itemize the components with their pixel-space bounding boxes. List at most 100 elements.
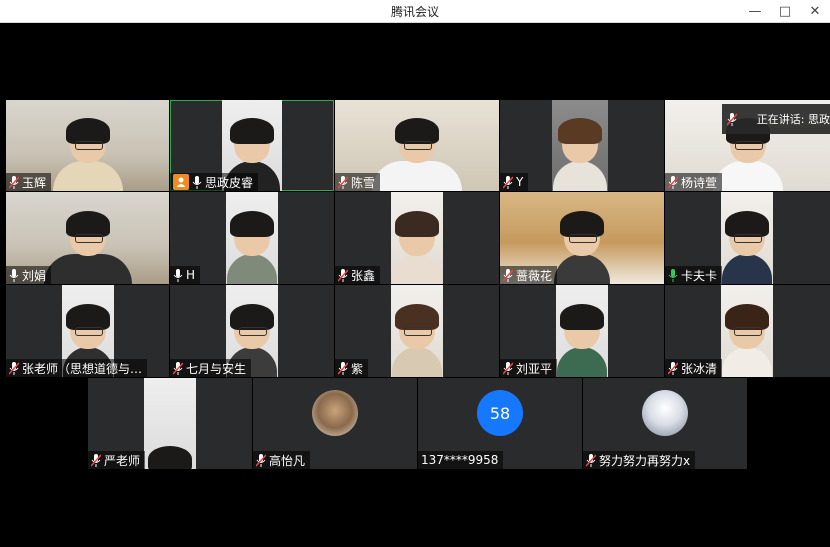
video-tile[interactable]: H (170, 192, 334, 284)
video-tile[interactable]: 刘亚平 (500, 285, 664, 377)
participant-video (556, 285, 608, 377)
participant-video (721, 192, 773, 284)
mic-icon (9, 268, 19, 282)
participant-name-label: 137****9958 (418, 451, 504, 469)
video-tile[interactable]: 张老师（思想道德与… (6, 285, 169, 377)
mic-speaking-icon (668, 268, 678, 282)
person-figure (52, 118, 123, 191)
video-tile[interactable]: 紫 (335, 285, 499, 377)
participant-name-label: 高怡凡 (253, 451, 311, 469)
participant-name-label: Y (500, 173, 529, 191)
video-tile[interactable]: Y (500, 100, 664, 191)
participant-name: 张老师（思想道德与… (22, 361, 143, 376)
participant-name-label: 张冰清 (665, 359, 723, 377)
participant-name: 张冰清 (681, 361, 718, 376)
speaking-text: 正在讲话: 思政 (756, 113, 830, 126)
participant-name-label: 刘亚平 (500, 359, 558, 377)
participant-name: 七月与安生 (186, 361, 247, 376)
mic-muted-icon (503, 361, 513, 375)
speaking-indicator: 正在讲话: 思政 (722, 104, 830, 134)
video-tile[interactable]: 七月与安生 (170, 285, 334, 377)
participant-name: 紫 (351, 361, 364, 376)
video-tile[interactable]: 严老师 (88, 378, 252, 469)
video-tile[interactable]: 高怡凡 (253, 378, 417, 469)
video-tile[interactable]: 卡夫卡 (665, 192, 830, 284)
participant-avatar: 58 (477, 390, 523, 436)
video-tile[interactable]: 刘娟 (6, 192, 169, 284)
person-figure (722, 211, 772, 284)
participant-name-label: 卡夫卡 (665, 266, 723, 284)
mic-muted-icon (338, 361, 348, 375)
video-tile[interactable]: 张鑫 (335, 192, 499, 284)
mic-icon (192, 175, 202, 189)
video-tile-active[interactable]: 思政皮睿 (170, 100, 334, 191)
participant-name: 高怡凡 (269, 453, 306, 468)
participant-name-label: 张鑫 (335, 266, 381, 284)
participant-video (226, 192, 278, 284)
mic-icon (173, 268, 183, 282)
participant-name-label: 玉辉 (6, 173, 52, 191)
mic-muted-icon (91, 453, 101, 467)
participant-name: 张鑫 (351, 268, 376, 283)
participant-name: 刘娟 (22, 268, 47, 283)
participant-name: 蔷薇花 (516, 268, 553, 283)
mic-muted-icon (338, 175, 348, 189)
participant-name: 卡夫卡 (681, 268, 718, 283)
participant-avatar (312, 390, 358, 436)
participant-name-label: 陈雪 (335, 173, 381, 191)
participant-name: 刘亚平 (516, 361, 553, 376)
participant-name-label: 刘娟 (6, 266, 52, 284)
video-tile[interactable]: 张冰清 (665, 285, 830, 377)
video-tile[interactable]: 陈雪 (335, 100, 499, 191)
person-figure (43, 211, 132, 284)
person-figure (227, 211, 277, 284)
mic-muted-icon (668, 361, 678, 375)
mic-muted-icon (173, 361, 183, 375)
close-icon[interactable]: ✕ (800, 0, 830, 22)
participant-name: 玉辉 (22, 175, 47, 190)
participant-name-label: 张老师（思想道德与… (6, 359, 148, 377)
participant-name-label: 努力努力再努力x (583, 451, 696, 469)
participant-name-label: 紫 (335, 359, 369, 377)
video-tile[interactable]: 努力努力再努力x (583, 378, 747, 469)
person-figure (554, 211, 610, 284)
participant-name-label: H (170, 266, 201, 284)
video-tile[interactable]: 蔷薇花 (500, 192, 664, 284)
mic-muted-icon (586, 453, 596, 467)
title-bar: 腾讯会议 — □ ✕ (0, 0, 830, 23)
participant-name-label: 杨诗萱 (665, 173, 723, 191)
mic-muted-icon (668, 175, 678, 189)
mic-muted-icon (503, 175, 513, 189)
person-figure (392, 304, 442, 377)
participant-name-label: 蔷薇花 (500, 266, 558, 284)
participant-name: 严老师 (104, 453, 141, 468)
participant-name: 努力努力再努力x (599, 453, 691, 468)
person-figure (372, 118, 462, 191)
video-tile[interactable]: 58 137****9958 (418, 378, 582, 469)
minimize-icon[interactable]: — (740, 0, 770, 22)
participant-name-label: 思政皮睿 (170, 173, 259, 191)
person-figure (553, 118, 607, 191)
participant-video (391, 285, 443, 377)
participant-name-label: 七月与安生 (170, 359, 252, 377)
participant-video (144, 378, 196, 469)
participant-name: H (186, 268, 196, 282)
participant-name: 137****9958 (421, 453, 499, 467)
mic-muted-icon (9, 361, 19, 375)
participant-name: Y (516, 175, 524, 189)
participant-name: 陈雪 (351, 175, 376, 190)
video-tile[interactable]: 玉辉 (6, 100, 169, 191)
mic-muted-icon (338, 268, 348, 282)
person-figure (557, 304, 607, 377)
participant-name-label: 严老师 (88, 451, 146, 469)
participant-name: 杨诗萱 (681, 175, 718, 190)
maximize-icon[interactable]: □ (770, 0, 800, 22)
participant-name: 思政皮睿 (205, 175, 254, 190)
mic-muted-icon (503, 268, 513, 282)
participant-avatar (642, 390, 688, 436)
person-figure (722, 304, 772, 377)
window-title: 腾讯会议 (390, 5, 439, 19)
participant-video (552, 100, 608, 191)
mic-muted-icon (256, 453, 266, 467)
mic-muted-icon (722, 112, 743, 126)
